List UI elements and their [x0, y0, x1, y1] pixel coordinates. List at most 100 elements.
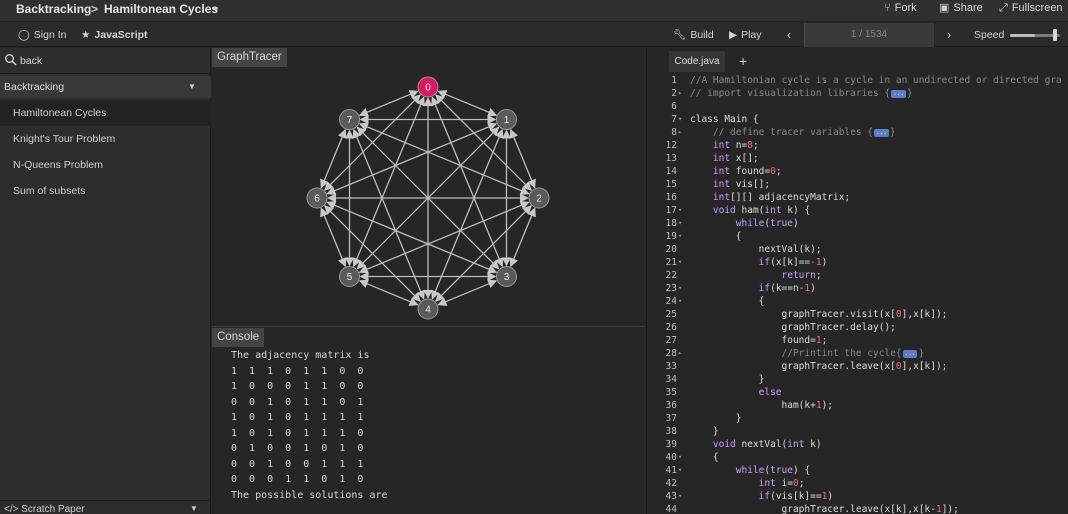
code-line[interactable]: 44 graphTracer.leave(x[k],x[k-1]); — [647, 503, 1068, 514]
code-line[interactable]: 18 ▾ while(true) — [647, 217, 1068, 230]
code-line[interactable]: 15 int vis[]; — [647, 178, 1068, 191]
code-line[interactable]: 6 — [647, 100, 1068, 113]
search-input[interactable] — [20, 51, 200, 71]
code-line[interactable]: 14 int found=0; — [647, 165, 1068, 178]
folded-code-badge[interactable]: ... — [874, 128, 889, 137]
code-line[interactable]: 35 else — [647, 386, 1068, 399]
code-line[interactable]: 13 int x[]; — [647, 152, 1068, 165]
fold-collapse-icon[interactable]: ▾ — [678, 295, 686, 308]
code-line[interactable]: 2 ▸ // import visualization libraries {...… — [647, 87, 1068, 100]
add-file-button[interactable]: + — [739, 51, 747, 72]
fold-expand-icon[interactable]: ▸ — [678, 347, 686, 360]
code-token: nextVal( — [735, 439, 788, 450]
line-number: 39 — [665, 439, 677, 450]
fold-expand-icon[interactable]: ▸ — [678, 87, 686, 100]
code-line[interactable]: 38 } — [647, 425, 1068, 438]
code-text: int n=8; — [690, 139, 759, 152]
share-button[interactable]: ▣ Share — [939, 0, 983, 22]
code-line[interactable]: 37 } — [647, 412, 1068, 425]
code-line[interactable]: 41 ▾ while(true) { — [647, 464, 1068, 477]
code-line[interactable]: 19 ▾ { — [647, 230, 1068, 243]
code-line[interactable]: 26 graphTracer.delay(); — [647, 321, 1068, 334]
code-line[interactable]: 39 void nextVal(int k) — [647, 438, 1068, 451]
build-label: Build — [690, 29, 714, 41]
chevron-down-icon[interactable]: ▼ — [212, 0, 220, 22]
code-line[interactable]: 34 } — [647, 373, 1068, 386]
code-line[interactable]: 22 return; — [647, 269, 1068, 282]
line-number: 15 — [665, 179, 677, 190]
sidebar-item-sum-of-subsets[interactable]: Sum of subsets — [0, 178, 211, 204]
code-text: } — [690, 425, 719, 438]
line-number: 18 — [665, 218, 677, 229]
code-text: if(vis[k]==1) — [690, 490, 833, 503]
code-line[interactable]: 27 found=1; — [647, 334, 1068, 347]
code-text: } — [690, 373, 765, 386]
fold-collapse-icon[interactable]: ▾ — [678, 490, 686, 503]
code-text: // import visualization libraries {...} — [690, 87, 913, 100]
code-line[interactable]: 12 int n=8; — [647, 139, 1068, 152]
build-button[interactable]: 🔧︎ Build — [673, 23, 714, 47]
tab-code-java[interactable]: Code.java — [669, 51, 725, 72]
sidebar-item-hamiltonean-cycles[interactable]: Hamiltonean Cycles — [0, 100, 211, 126]
code-line[interactable]: 17 ▾ void ham(int k) { — [647, 204, 1068, 217]
next-step-button[interactable]: › — [934, 23, 964, 47]
code-line[interactable]: 36 ham(k+1); — [647, 399, 1068, 412]
code-line[interactable]: 23 ▾ if(k==n-1) — [647, 282, 1068, 295]
fold-collapse-icon[interactable]: ▾ — [678, 451, 686, 464]
code-line[interactable]: 40 ▾ { — [647, 451, 1068, 464]
fold-collapse-icon[interactable]: ▾ — [678, 256, 686, 269]
breadcrumb-category[interactable]: Backtracking — [16, 0, 91, 22]
fold-collapse-icon[interactable]: ▾ — [678, 230, 686, 243]
folded-code-badge[interactable]: ... — [891, 89, 907, 98]
sign-in-button[interactable]: ◯ Sign In — [18, 23, 66, 47]
scratch-paper-section[interactable]: </> Scratch Paper ▼ — [0, 500, 211, 514]
speed-slider-thumb[interactable] — [1053, 29, 1057, 41]
graph-tracer-tab[interactable]: GraphTracer — [212, 48, 287, 67]
fold-collapse-icon[interactable]: ▾ — [678, 282, 686, 295]
fork-icon: ⑂ — [884, 2, 891, 14]
code-line[interactable]: 24 ▾ { — [647, 295, 1068, 308]
fold-collapse-icon[interactable]: ▾ — [678, 464, 686, 477]
sidebar-item-knights-tour[interactable]: Knight's Tour Problem — [0, 126, 211, 152]
code-token: vis[]; — [730, 179, 771, 190]
sidebar-item-n-queens[interactable]: N-Queens Problem — [0, 152, 211, 178]
code-line[interactable]: 16 int[][] adjacencyMatrix; — [647, 191, 1068, 204]
code-line[interactable]: 42 int i=0; — [647, 477, 1068, 490]
caret-down-icon: ▼ — [190, 504, 198, 513]
share-label: Share — [953, 2, 983, 14]
console-line: 1 0 1 0 1 1 1 0 — [231, 427, 364, 439]
fold-expand-icon[interactable]: ▸ — [678, 126, 686, 139]
code-token: { — [690, 231, 742, 242]
code-token: found= — [690, 335, 816, 346]
code-line[interactable]: 7 ▾ class Main { — [647, 113, 1068, 126]
code-line[interactable]: 1 //A Hamiltonian cycle is a cycle in an … — [647, 74, 1068, 87]
code-line[interactable]: 43 ▾ if(vis[k]==1) — [647, 490, 1068, 503]
folded-code-badge[interactable]: ... — [902, 349, 918, 358]
step-progress-bar[interactable]: 1 / 1534 — [804, 23, 934, 47]
graph-node-label: 7 — [347, 115, 353, 126]
code-line[interactable]: 20 nextVal(k); — [647, 243, 1068, 256]
category-backtracking[interactable]: Backtracking ▼ — [0, 76, 211, 98]
fork-button[interactable]: ⑂ Fork — [884, 0, 917, 22]
play-button[interactable]: ▶ Play — [729, 23, 762, 47]
code-line[interactable]: 8 ▸ // define tracer variables {...} — [647, 126, 1068, 139]
fullscreen-button[interactable]: ⤢ Fullscreen — [999, 0, 1063, 22]
fold-collapse-icon[interactable]: ▾ — [678, 113, 686, 126]
graph-node-label: 4 — [425, 305, 431, 316]
fold-collapse-icon[interactable]: ▾ — [678, 217, 686, 230]
console-tab[interactable]: Console — [212, 328, 265, 347]
code-token: void — [712, 205, 736, 216]
code-line[interactable]: 25 graphTracer.visit(x[0],x[k]); — [647, 308, 1068, 321]
code-line[interactable]: 21 ▾ if(x[k]==-1) — [647, 256, 1068, 269]
code-token: ); — [821, 400, 834, 411]
language-selector[interactable]: ★ JavaScript — [81, 23, 148, 47]
code-line[interactable]: 28 ▸ //Printint the cycle{...} — [647, 347, 1068, 360]
fold-collapse-icon[interactable]: ▾ — [678, 204, 686, 217]
code-line[interactable]: 33 graphTracer.leave(x[0],x[k]); — [647, 360, 1068, 373]
previous-step-button[interactable]: ‹ — [774, 23, 804, 47]
code-token: class Main { — [690, 114, 759, 125]
breadcrumb-algorithm[interactable]: Hamiltonean Cycles — [104, 0, 218, 22]
